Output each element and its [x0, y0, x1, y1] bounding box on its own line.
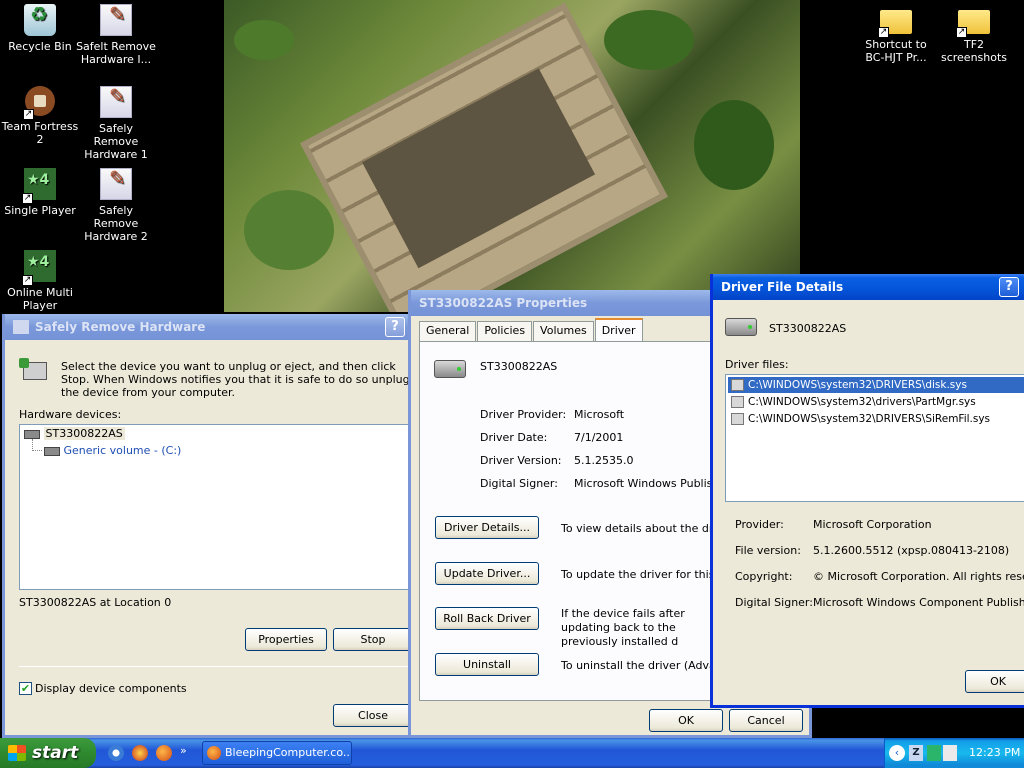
security-tray-icon[interactable] [927, 745, 941, 761]
desktop-icon-online-multi-player[interactable]: ↗ Online Multi Player [0, 250, 80, 312]
hardware-devices-list[interactable]: ST3300822AS Generic volume - (C:) [19, 424, 415, 590]
signed-file-icon [731, 413, 744, 425]
windows-logo-icon [8, 745, 26, 761]
update-driver-button[interactable]: Update Driver... [435, 562, 539, 585]
tree-connector [32, 439, 42, 451]
tab-general[interactable]: General [419, 321, 477, 341]
folder-icon: ↗ [878, 10, 912, 38]
desktop-icon-recycle-bin[interactable]: Recycle Bin [0, 4, 80, 53]
driver-file-item[interactable]: C:\WINDOWS\system32\drivers\PartMgr.sys [728, 394, 976, 410]
device-name: ST3300822AS [769, 322, 847, 335]
uninstall-button[interactable]: Uninstall [435, 653, 539, 676]
safely-remove-hardware-icon [13, 320, 29, 334]
hardware-devices-label: Hardware devices: [19, 408, 122, 421]
digital-signer-value: Microsoft Windows Component Publisher [813, 596, 1024, 609]
close-button[interactable]: Close [333, 704, 413, 727]
driver-version-value: 5.1.2535.0 [574, 454, 634, 467]
instructions-text: Select the device you want to unplug or … [61, 360, 410, 399]
ok-button[interactable]: OK [649, 709, 723, 732]
signed-file-icon [731, 379, 744, 391]
hard-drive-icon [725, 318, 757, 336]
driver-provider-label: Driver Provider: [480, 408, 567, 421]
desktop-wallpaper [224, 0, 800, 312]
help-button[interactable]: ? [385, 317, 405, 337]
quicklaunch-chevron-icon[interactable]: » [180, 744, 187, 757]
desktop-quicklaunch-icon[interactable] [108, 745, 124, 761]
desktop-icon-safely-remove-hardware-2[interactable]: Safely Remove Hardware 2 [76, 168, 156, 243]
stop-button[interactable]: Stop [333, 628, 413, 651]
file-version-value: 5.1.2600.5512 (xpsp.080413-2108) [813, 544, 1010, 557]
cancel-button[interactable]: Cancel [729, 709, 803, 732]
safely-remove-hardware-icon [100, 168, 132, 200]
driver-details-desc: To view details about the driver [561, 522, 735, 535]
game-icon: ↗ [22, 168, 56, 204]
desktop-icon-tf2-screenshots[interactable]: ↗ TF2 screenshots [934, 4, 1014, 64]
taskbar: start » BleepingComputer.co... ‹ Z 12:23… [0, 738, 1024, 768]
provider-value: Microsoft Corporation [813, 518, 932, 531]
display-components-checkbox[interactable]: ✔ [19, 682, 32, 695]
help-button[interactable]: ? [999, 277, 1019, 297]
safely-remove-hardware-window: Safely Remove Hardware ? Select the devi… [2, 314, 416, 738]
system-tray: ‹ Z 12:23 PM [884, 738, 1024, 768]
hard-drive-icon [24, 429, 40, 439]
tray-expand-icon[interactable]: ‹ [889, 745, 905, 761]
properties-button[interactable]: Properties [245, 628, 327, 651]
ok-button[interactable]: OK [965, 670, 1024, 693]
driver-version-label: Driver Version: [480, 454, 562, 467]
roll-back-driver-desc: If the device fails after updating back … [561, 607, 685, 648]
provider-label: Provider: [735, 518, 784, 531]
tab-strip: General Policies Volumes Driver [419, 318, 643, 341]
clock[interactable]: 12:23 PM [969, 746, 1020, 759]
driver-file-item[interactable]: C:\WINDOWS\system32\DRIVERS\disk.sys [728, 377, 1024, 393]
volume-icon [44, 446, 60, 456]
hard-drive-icon [434, 360, 466, 378]
divider [19, 666, 415, 667]
driver-details-button[interactable]: Driver Details... [435, 516, 539, 539]
usb-device-icon [19, 358, 49, 384]
firefox-quicklaunch-icon[interactable] [156, 745, 172, 761]
game-icon: ↗ [22, 250, 56, 286]
team-fortress-2-icon: ↗ [23, 86, 55, 120]
driver-date-value: 7/1/2001 [574, 431, 624, 444]
device-location-text: ST3300822AS at Location 0 [19, 596, 172, 609]
digital-signer-label: Digital Signer: [480, 477, 558, 490]
copyright-label: Copyright: [735, 570, 793, 583]
desktop-icon-safelt-remove-hardware[interactable]: Safelt Remove Hardware I... [76, 4, 156, 66]
desktop-icon-bc-hjt-shortcut[interactable]: ↗ Shortcut to BC-HJT Pr... [856, 4, 936, 64]
folder-icon: ↗ [956, 10, 990, 38]
driver-file-details-window: Driver File Details ? ST3300822AS Driver… [710, 274, 1024, 708]
driver-files-label: Driver files: [725, 358, 789, 371]
window-titlebar[interactable]: Driver File Details ? [713, 274, 1024, 300]
volume-tray-icon[interactable] [943, 745, 957, 761]
file-version-label: File version: [735, 544, 801, 557]
desktop-icon-single-player[interactable]: ↗ Single Player [0, 168, 80, 217]
driver-file-item[interactable]: C:\WINDOWS\system32\DRIVERS\SiRemFil.sys [728, 411, 990, 427]
signed-file-icon [731, 396, 744, 408]
desktop-icon-team-fortress-2[interactable]: ↗ Team Fortress 2 [0, 86, 80, 146]
zonealarm-icon[interactable]: Z [909, 745, 923, 761]
driver-files-list[interactable]: C:\WINDOWS\system32\DRIVERS\disk.sys C:\… [725, 374, 1024, 502]
driver-provider-value: Microsoft [574, 408, 625, 421]
recycle-bin-icon [24, 4, 56, 36]
roll-back-driver-button[interactable]: Roll Back Driver [435, 607, 539, 630]
window-titlebar[interactable]: Safely Remove Hardware ? [5, 314, 413, 340]
driver-date-label: Driver Date: [480, 431, 548, 444]
safely-remove-hardware-icon [100, 86, 132, 118]
desktop-icon-safely-remove-hardware-1[interactable]: Safely Remove Hardware 1 [76, 86, 156, 161]
tab-volumes[interactable]: Volumes [533, 321, 594, 341]
taskbar-item-bleepingcomputer[interactable]: BleepingComputer.co... [202, 741, 352, 765]
browser-quicklaunch-icon[interactable] [132, 745, 148, 761]
copyright-value: © Microsoft Corporation. All rights rese… [813, 570, 1024, 583]
device-name: ST3300822AS [480, 360, 558, 373]
safely-remove-hardware-icon [100, 4, 132, 36]
tab-driver[interactable]: Driver [594, 318, 643, 341]
digital-signer-value: Microsoft Windows Publisher [574, 477, 731, 490]
digital-signer-label: Digital Signer: [735, 596, 813, 609]
tree-item-generic-volume[interactable]: Generic volume - (C:) [44, 444, 181, 457]
display-components-label: Display device components [35, 682, 187, 695]
tab-policies[interactable]: Policies [477, 321, 533, 341]
start-button[interactable]: start [0, 738, 96, 768]
